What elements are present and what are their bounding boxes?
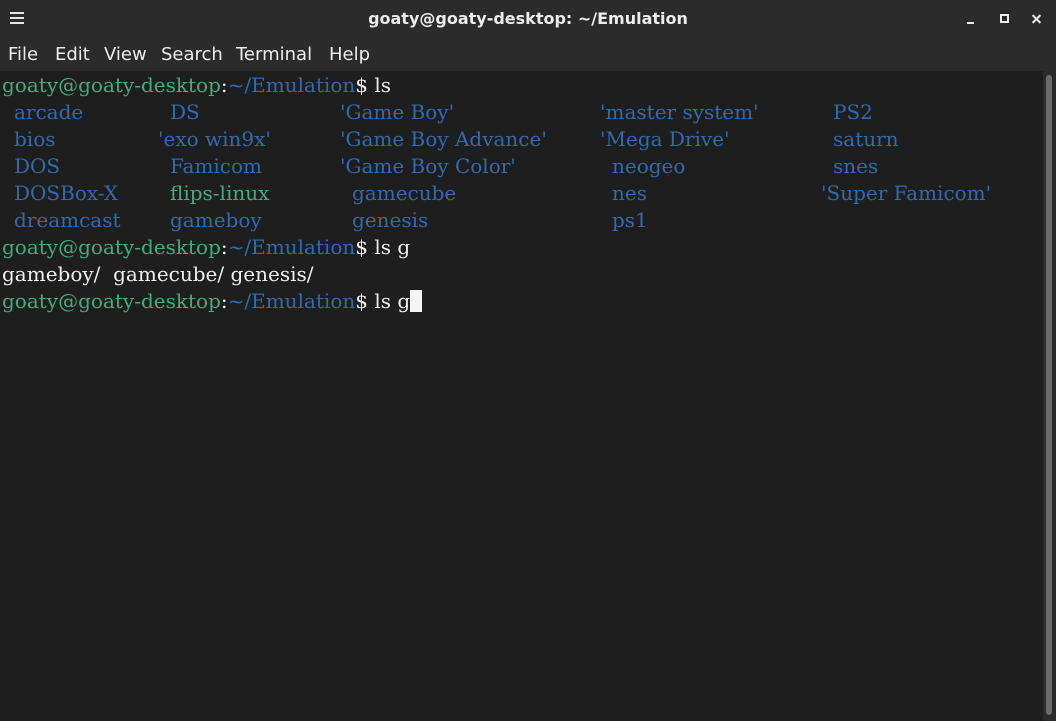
menu-help[interactable]: Help	[329, 38, 370, 71]
prompt-line-current: goaty@goaty-desktop:~/Emulation$ ls g	[2, 288, 423, 315]
ls-entry: nes	[612, 181, 647, 205]
ls-entry: genesis	[352, 208, 429, 232]
title-bar[interactable]: goaty@goaty-desktop: ~/Emulation	[0, 0, 1056, 38]
ls-entry: 'exo win9x'	[158, 127, 271, 151]
ls-entry: 'Game Boy Advance'	[340, 127, 547, 151]
ls-entry: 'Game Boy'	[340, 100, 455, 124]
terminal-output[interactable]: goaty@goaty-desktop:~/Emulation$ ls arca…	[0, 71, 1043, 721]
completion-output: gameboy/ gamecube/ genesis/	[2, 262, 314, 286]
prompt-user-host: goaty@goaty-desktop	[2, 73, 221, 97]
prompt-line: goaty@goaty-desktop:~/Emulation$ ls	[2, 72, 391, 99]
ls-entry: saturn	[833, 127, 899, 151]
ls-entry: DOSBox-X	[14, 181, 119, 205]
command-text: ls g	[367, 235, 411, 259]
ls-entry: 'master system'	[600, 100, 759, 124]
ls-entry: gameboy	[170, 208, 262, 232]
scrollbar-thumb[interactable]	[1046, 75, 1052, 715]
command-input[interactable]: ls g	[368, 289, 410, 313]
ls-entry: neogeo	[612, 154, 686, 178]
prompt-dollar: $	[355, 235, 368, 259]
ls-entry: arcade	[14, 100, 84, 124]
ls-entry: gamecube	[352, 181, 457, 205]
prompt-line: goaty@goaty-desktop:~/Emulation$ ls g	[2, 234, 410, 261]
ls-entry: dreamcast	[14, 208, 121, 232]
command-text: ls	[367, 73, 392, 97]
ls-entry: DS	[170, 100, 200, 124]
prompt-dollar: $	[355, 289, 368, 313]
minimize-icon[interactable]	[960, 8, 982, 30]
menu-bar: File Edit View Search Terminal Help	[0, 38, 1056, 71]
ls-entry: DOS	[14, 154, 61, 178]
prompt-dollar: $	[355, 73, 368, 97]
ls-entry: PS2	[833, 100, 873, 124]
ls-entry: 'Game Boy Color'	[340, 154, 516, 178]
menu-terminal[interactable]: Terminal	[236, 38, 312, 71]
prompt-path: ~/Emulation	[227, 235, 356, 259]
menu-edit[interactable]: Edit	[55, 38, 90, 71]
close-icon[interactable]	[1026, 8, 1048, 30]
ls-entry: 'Super Famicom'	[821, 181, 992, 205]
ls-entry: bios	[14, 127, 56, 151]
ls-entry: ps1	[612, 208, 648, 232]
prompt-colon: :	[220, 73, 228, 97]
ls-entry: 'Mega Drive'	[600, 127, 730, 151]
menu-file[interactable]: File	[8, 38, 38, 71]
ls-entry-executable: flips-linux	[170, 181, 270, 205]
prompt-user-host: goaty@goaty-desktop	[2, 235, 221, 259]
ls-entry: snes	[833, 154, 879, 178]
menu-view[interactable]: View	[104, 38, 147, 71]
scrollbar[interactable]	[1043, 71, 1056, 721]
ls-entry: Famicom	[170, 154, 263, 178]
menu-search[interactable]: Search	[161, 38, 223, 71]
prompt-colon: :	[220, 289, 228, 313]
terminal-window: goaty@goaty-desktop: ~/Emulation File Ed…	[0, 0, 1056, 721]
maximize-icon[interactable]	[993, 8, 1015, 30]
prompt-colon: :	[220, 235, 228, 259]
prompt-path: ~/Emulation	[227, 289, 356, 313]
window-title: goaty@goaty-desktop: ~/Emulation	[368, 9, 688, 28]
prompt-path: ~/Emulation	[227, 73, 356, 97]
prompt-user-host: goaty@goaty-desktop	[2, 289, 221, 313]
text-cursor	[410, 290, 423, 312]
